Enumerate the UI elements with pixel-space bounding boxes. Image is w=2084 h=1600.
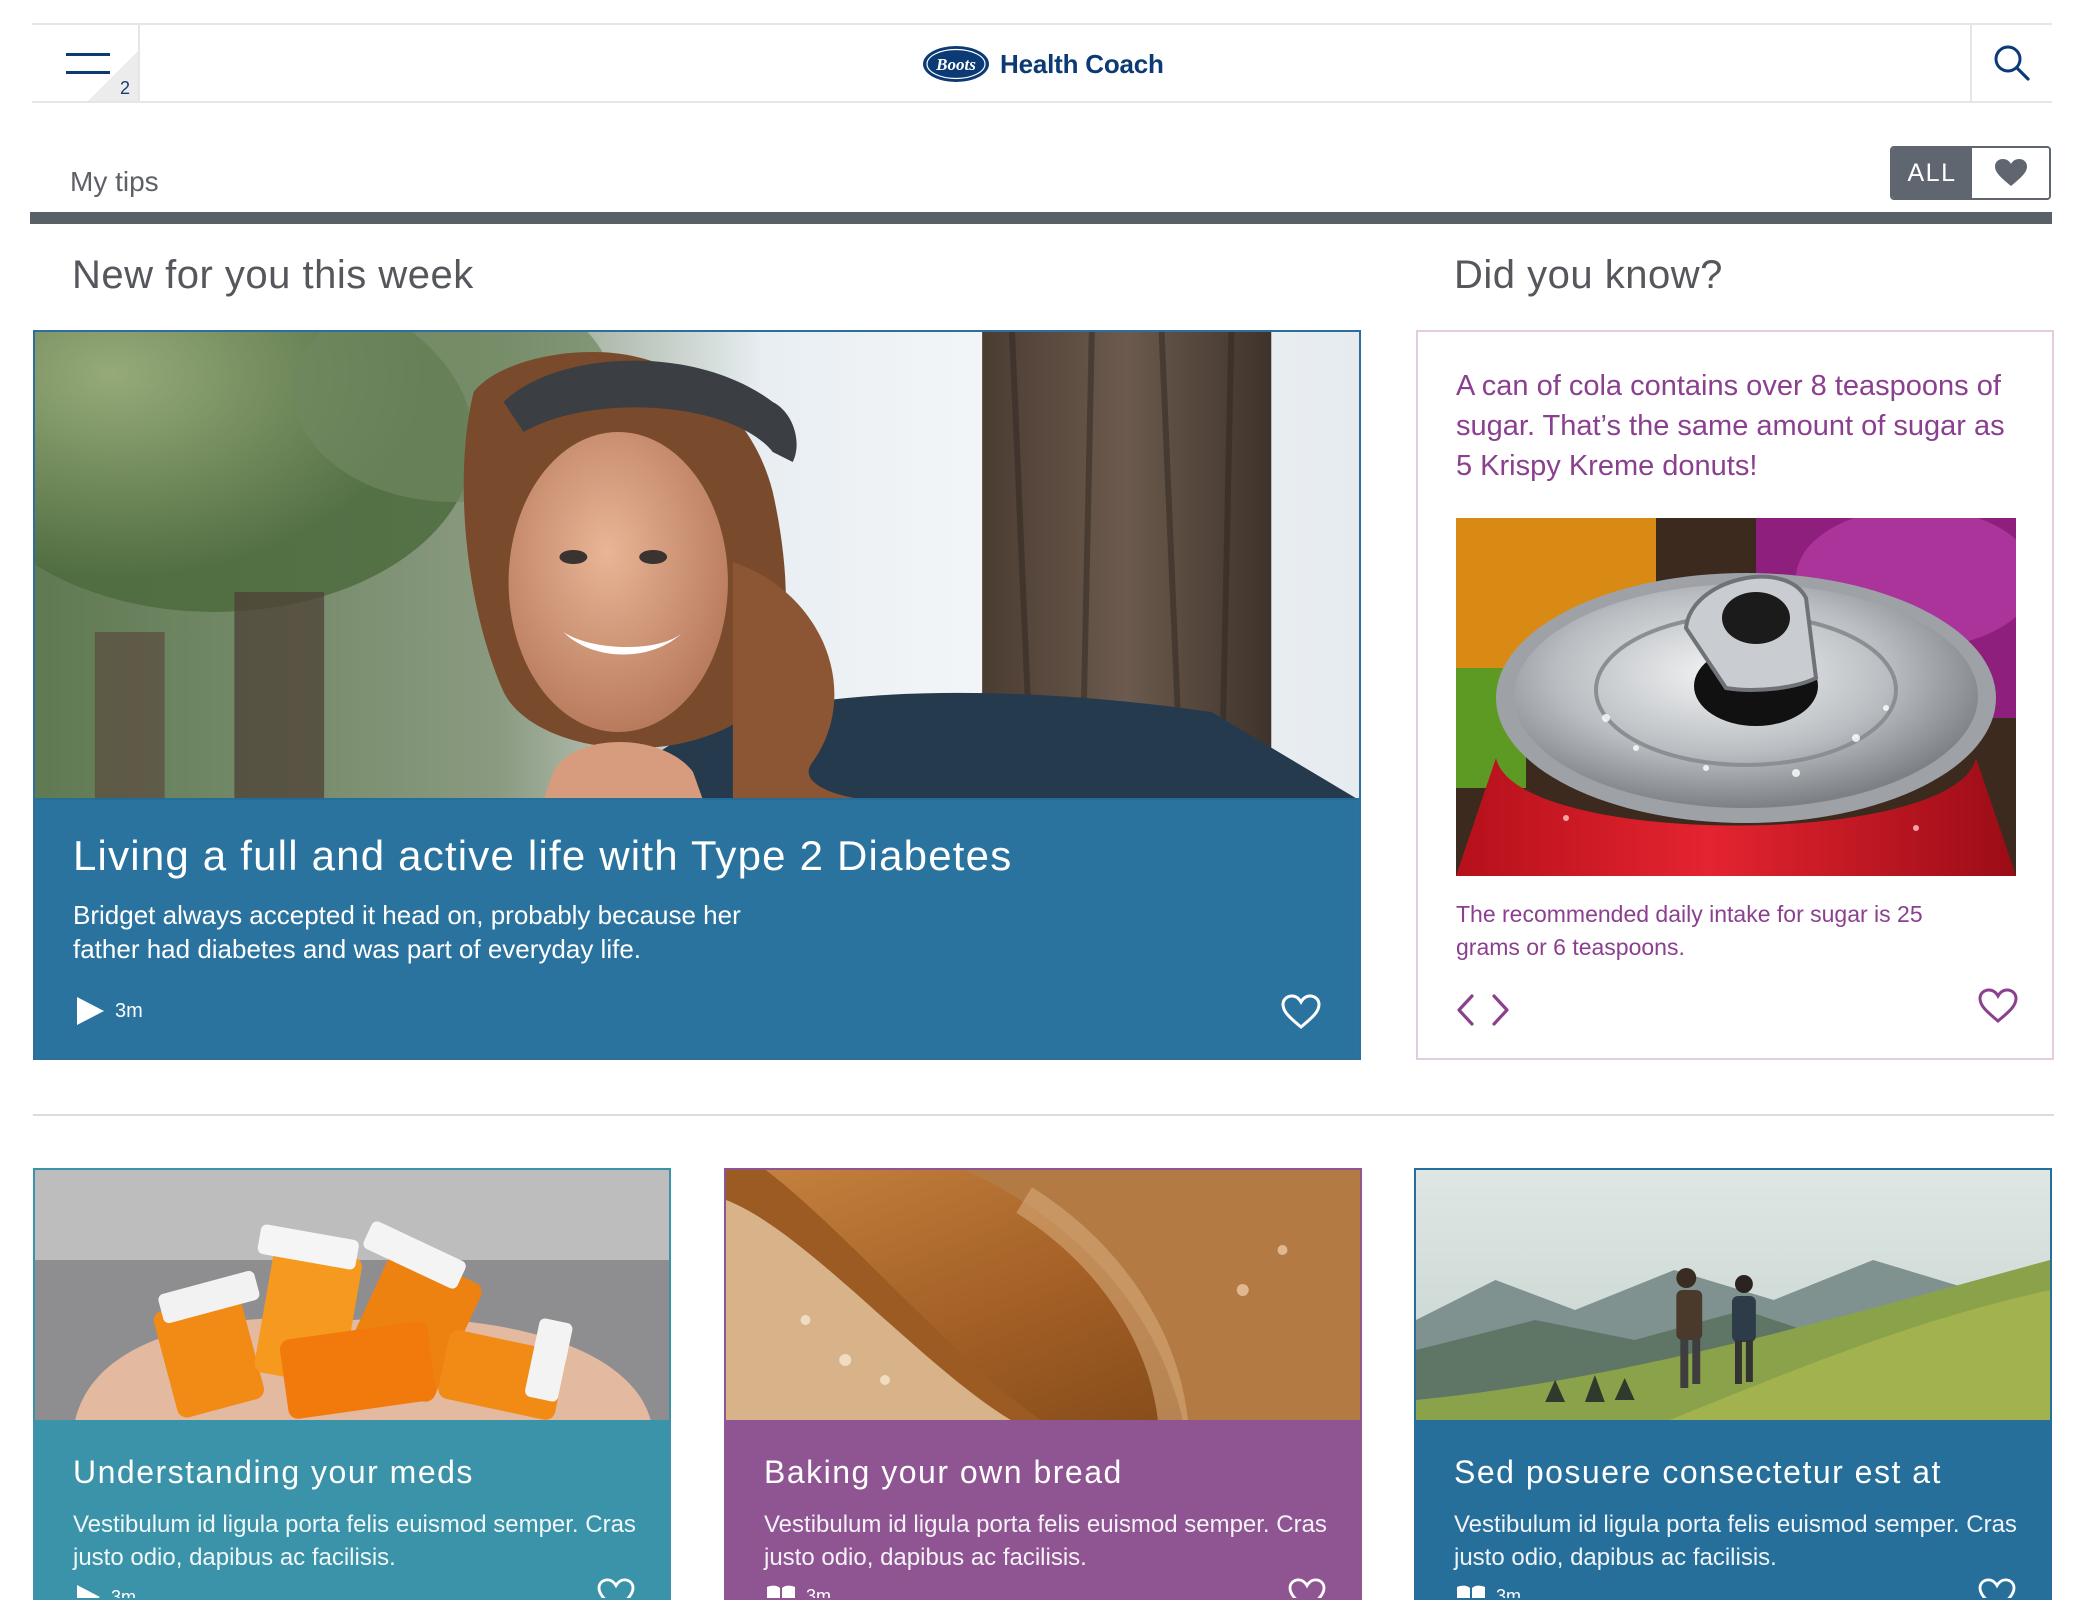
svg-text:Boots: Boots (935, 55, 976, 74)
hero-photo-woman-hiking (35, 332, 1359, 800)
chevron-right-icon[interactable] (1488, 992, 1512, 1028)
my-tips-label: My tips (70, 166, 159, 197)
did-you-know-card: A can of cola contains over 8 teaspoons … (1416, 330, 2054, 1060)
tip-card-duration: 3m (1496, 1585, 1522, 1600)
book-icon (1457, 1585, 1485, 1598)
tip-card-media: 3m (1456, 1584, 1522, 1600)
featured-tip-description: Bridget always accepted it head on, prob… (73, 900, 741, 964)
tip-card-duration: 3m (111, 1586, 137, 1600)
filter-favourites-button[interactable] (1972, 148, 2049, 198)
tip-card-description: Vestibulum id ligula porta felis euismod… (73, 1511, 636, 1571)
tip-card-title: Understanding your meds (73, 1454, 474, 1490)
did-you-know-fact: A can of cola contains over 8 teaspoons … (1456, 370, 2005, 482)
hikers-photo (1416, 1170, 2050, 1422)
chevron-left-icon[interactable] (1454, 992, 1478, 1028)
app-name: Health Coach (1000, 48, 1164, 79)
section-divider (33, 1114, 2054, 1116)
tip-card[interactable]: Sed posuere consectetur est at Vestibulu… (1414, 1168, 2052, 1600)
featured-tip-duration: 3m (115, 999, 143, 1022)
app-header: 2 Boots Health Coach (32, 23, 2052, 103)
soda-can-photo (1456, 518, 2016, 876)
favourite-heart-icon[interactable] (1281, 994, 1321, 1030)
search-button[interactable] (1970, 25, 2052, 101)
favourite-heart-icon[interactable] (1978, 988, 2018, 1024)
book-icon (767, 1585, 795, 1598)
tip-card-panel: Understanding your meds Vestibulum id li… (35, 1420, 669, 1600)
play-icon (77, 997, 104, 1025)
search-icon (1994, 45, 2030, 81)
featured-tip-card[interactable]: Living a full and active life with Type … (33, 330, 1361, 1060)
page-fold-decoration (88, 51, 138, 101)
favourite-heart-icon[interactable] (1978, 1578, 2016, 1600)
favourite-heart-icon[interactable] (597, 1578, 635, 1600)
did-you-know-note: The recommended daily intake for sugar i… (1456, 901, 1923, 960)
menu-button[interactable]: 2 (32, 25, 140, 101)
play-icon (77, 1585, 100, 1598)
tip-card-panel: Baking your own bread Vestibulum id ligu… (726, 1420, 1360, 1600)
featured-tip-title: Living a full and active life with Type … (73, 832, 1013, 879)
favourite-heart-icon[interactable] (1288, 1578, 1326, 1600)
tip-card-media: 3m (75, 1584, 137, 1600)
tips-filter-toggle: ALL (1890, 146, 2051, 200)
boots-logo-mark: Boots (923, 46, 989, 82)
tip-card-title: Sed posuere consectetur est at (1454, 1454, 1942, 1490)
tip-card[interactable]: Understanding your meds Vestibulum id li… (33, 1168, 671, 1600)
brand-logo[interactable]: Boots Health Coach (922, 41, 1164, 87)
pill-bottles-photo (35, 1170, 669, 1422)
tip-card-media: 3m (766, 1584, 832, 1600)
featured-tip-media: 3m (75, 996, 143, 1026)
filter-all-button[interactable]: ALL (1892, 148, 1972, 198)
section-title-new: New for you this week (72, 253, 474, 297)
tip-card-description: Vestibulum id ligula porta felis euismod… (1454, 1511, 2017, 1571)
notification-count: 2 (119, 78, 130, 98)
section-title-did-you-know: Did you know? (1454, 253, 1723, 297)
heart-icon (1994, 159, 2027, 186)
tip-card-duration: 3m (806, 1585, 832, 1600)
tip-card[interactable]: Baking your own bread Vestibulum id ligu… (724, 1168, 1362, 1600)
tip-card-title: Baking your own bread (764, 1454, 1123, 1490)
featured-tip-panel: Living a full and active life with Type … (35, 798, 1359, 1058)
tab-underline (30, 212, 2052, 224)
bread-photo (726, 1170, 1360, 1422)
tip-card-description: Vestibulum id ligula porta felis euismod… (764, 1511, 1327, 1571)
tip-card-panel: Sed posuere consectetur est at Vestibulu… (1416, 1420, 2050, 1600)
